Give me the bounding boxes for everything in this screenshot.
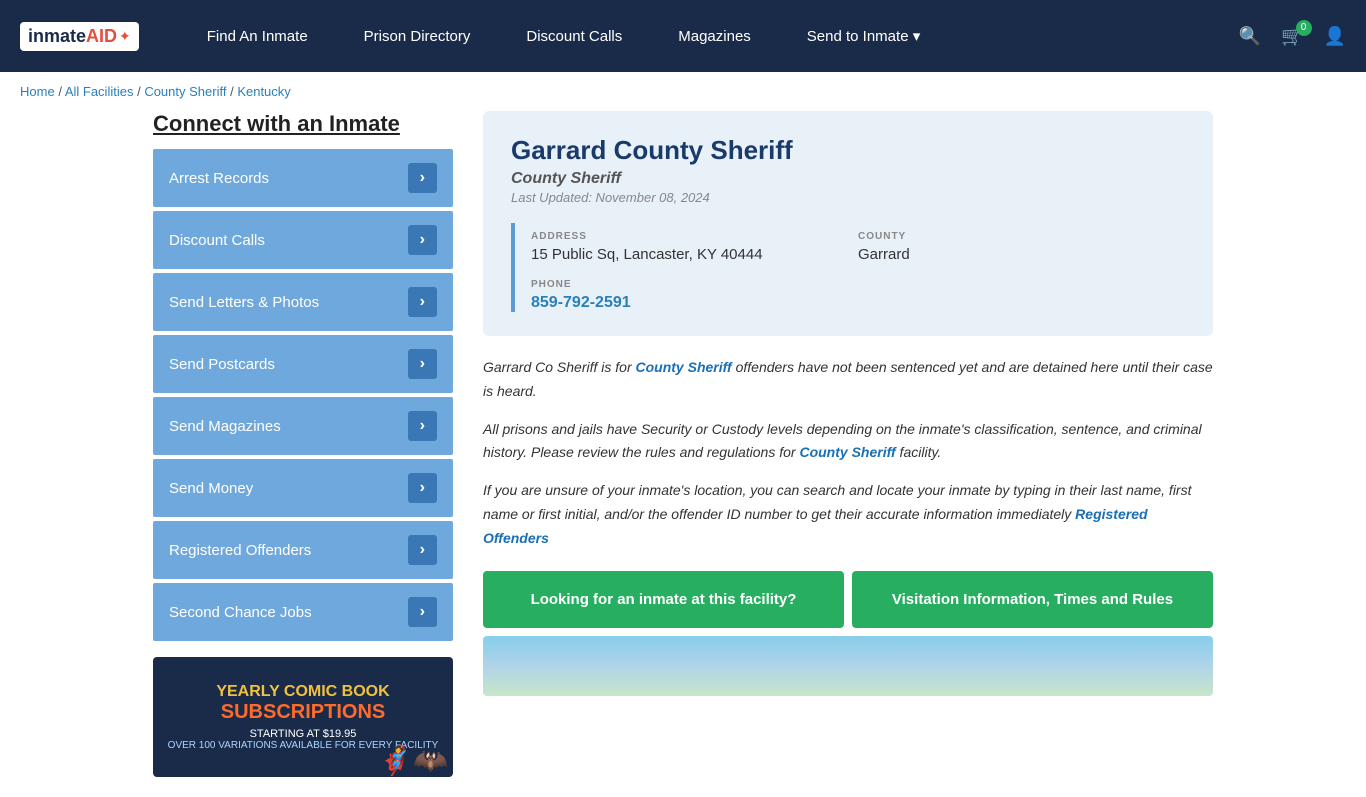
desc-para-2: All prisons and jails have Security or C… [483, 418, 1213, 466]
ad-title-line2: SUBSCRIPTIONS [221, 701, 385, 724]
sidebar-btn-label: Send Money [169, 480, 253, 497]
sidebar-btn-send-money[interactable]: Send Money › [153, 459, 453, 517]
desc-para-3: If you are unsure of your inmate's locat… [483, 479, 1213, 550]
sidebar-title: Connect with an Inmate [153, 111, 453, 137]
desc-para-1: Garrard Co Sheriff is for County Sheriff… [483, 356, 1213, 404]
breadcrumb-home[interactable]: Home [20, 84, 55, 99]
nav-find-inmate[interactable]: Find An Inmate [179, 0, 336, 72]
nav-links: Find An Inmate Prison Directory Discount… [179, 0, 1239, 72]
chevron-right-icon: › [408, 349, 437, 379]
sidebar-btn-label: Discount Calls [169, 232, 265, 249]
breadcrumb-kentucky[interactable]: Kentucky [237, 84, 290, 99]
ad-price: STARTING AT $19.95 [250, 728, 357, 740]
county-value: Garrard [858, 246, 1173, 263]
facility-description: Garrard Co Sheriff is for County Sheriff… [483, 356, 1213, 551]
facility-card: Garrard County Sheriff County Sheriff La… [483, 111, 1213, 336]
facility-image-strip [483, 636, 1213, 696]
chevron-right-icon: › [408, 163, 437, 193]
address-value: 15 Public Sq, Lancaster, KY 40444 [531, 246, 846, 263]
sidebar-btn-label: Send Letters & Photos [169, 294, 319, 311]
nav-send-to-inmate[interactable]: Send to Inmate ▾ [779, 0, 948, 72]
facility-info-grid: ADDRESS 15 Public Sq, Lancaster, KY 4044… [511, 223, 1185, 271]
sidebar-btn-send-postcards[interactable]: Send Postcards › [153, 335, 453, 393]
chevron-right-icon: › [408, 225, 437, 255]
phone-row: PHONE 859-792-2591 [511, 271, 1185, 312]
chevron-right-icon: › [408, 411, 437, 441]
breadcrumb: Home / All Facilities / County Sheriff /… [0, 72, 1366, 111]
logo[interactable]: inmate AID ✦ [20, 22, 139, 51]
breadcrumb-all-facilities[interactable]: All Facilities [65, 84, 134, 99]
county-cell: COUNTY Garrard [858, 223, 1185, 271]
chevron-right-icon: › [408, 473, 437, 503]
sidebar-btn-arrest-records[interactable]: Arrest Records › [153, 149, 453, 207]
county-sheriff-link-1[interactable]: County Sheriff [636, 359, 732, 375]
cart-icon[interactable]: 🛒 0 [1281, 26, 1303, 47]
navbar: inmate AID ✦ Find An Inmate Prison Direc… [0, 0, 1366, 72]
address-cell: ADDRESS 15 Public Sq, Lancaster, KY 4044… [531, 223, 858, 271]
chevron-right-icon: › [408, 597, 437, 627]
logo-text-inmate: inmate [28, 26, 86, 47]
sidebar-btn-label: Second Chance Jobs [169, 604, 312, 621]
main-layout: Connect with an Inmate Arrest Records › … [133, 111, 1233, 797]
cart-badge: 0 [1296, 20, 1312, 36]
sidebar-btn-send-letters[interactable]: Send Letters & Photos › [153, 273, 453, 331]
phone-label: PHONE [531, 279, 1185, 290]
sidebar-btn-registered-offenders[interactable]: Registered Offenders › [153, 521, 453, 579]
facility-last-updated: Last Updated: November 08, 2024 [511, 190, 1185, 205]
sidebar-btn-send-magazines[interactable]: Send Magazines › [153, 397, 453, 455]
logo-text-aid: AID [86, 26, 117, 47]
sidebar-btn-label: Send Magazines [169, 418, 281, 435]
search-icon[interactable]: 🔍 [1239, 26, 1261, 47]
facility-type: County Sheriff [511, 170, 1185, 188]
cta-buttons: Looking for an inmate at this facility? … [483, 571, 1213, 628]
nav-magazines[interactable]: Magazines [650, 0, 779, 72]
ad-heroes-icon: 🦸🦇 [378, 744, 448, 777]
sidebar: Connect with an Inmate Arrest Records › … [153, 111, 453, 777]
sidebar-btn-label: Send Postcards [169, 356, 275, 373]
county-label: COUNTY [858, 231, 1173, 242]
user-icon[interactable]: 👤 [1324, 26, 1346, 47]
find-inmate-cta-button[interactable]: Looking for an inmate at this facility? [483, 571, 844, 628]
nav-discount-calls[interactable]: Discount Calls [498, 0, 650, 72]
main-content: Garrard County Sheriff County Sheriff La… [483, 111, 1213, 777]
logo-bird-icon: ✦ [119, 28, 131, 45]
chevron-right-icon: › [408, 535, 437, 565]
breadcrumb-county-sheriff[interactable]: County Sheriff [144, 84, 226, 99]
visitation-info-cta-button[interactable]: Visitation Information, Times and Rules [852, 571, 1213, 628]
navbar-icons: 🔍 🛒 0 👤 [1239, 26, 1346, 47]
registered-offenders-link[interactable]: Registered Offenders [483, 506, 1148, 546]
ad-title-line1: YEARLY COMIC BOOK [216, 683, 389, 701]
ad-banner[interactable]: YEARLY COMIC BOOK SUBSCRIPTIONS STARTING… [153, 657, 453, 777]
chevron-right-icon: › [408, 287, 437, 317]
sidebar-btn-discount-calls[interactable]: Discount Calls › [153, 211, 453, 269]
county-sheriff-link-2[interactable]: County Sheriff [799, 444, 895, 460]
address-label: ADDRESS [531, 231, 846, 242]
facility-name: Garrard County Sheriff [511, 135, 1185, 166]
sidebar-btn-label: Registered Offenders [169, 542, 311, 559]
sidebar-btn-label: Arrest Records [169, 170, 269, 187]
nav-prison-directory[interactable]: Prison Directory [336, 0, 499, 72]
sidebar-btn-second-chance-jobs[interactable]: Second Chance Jobs › [153, 583, 453, 641]
phone-value: 859-792-2591 [531, 294, 1185, 312]
